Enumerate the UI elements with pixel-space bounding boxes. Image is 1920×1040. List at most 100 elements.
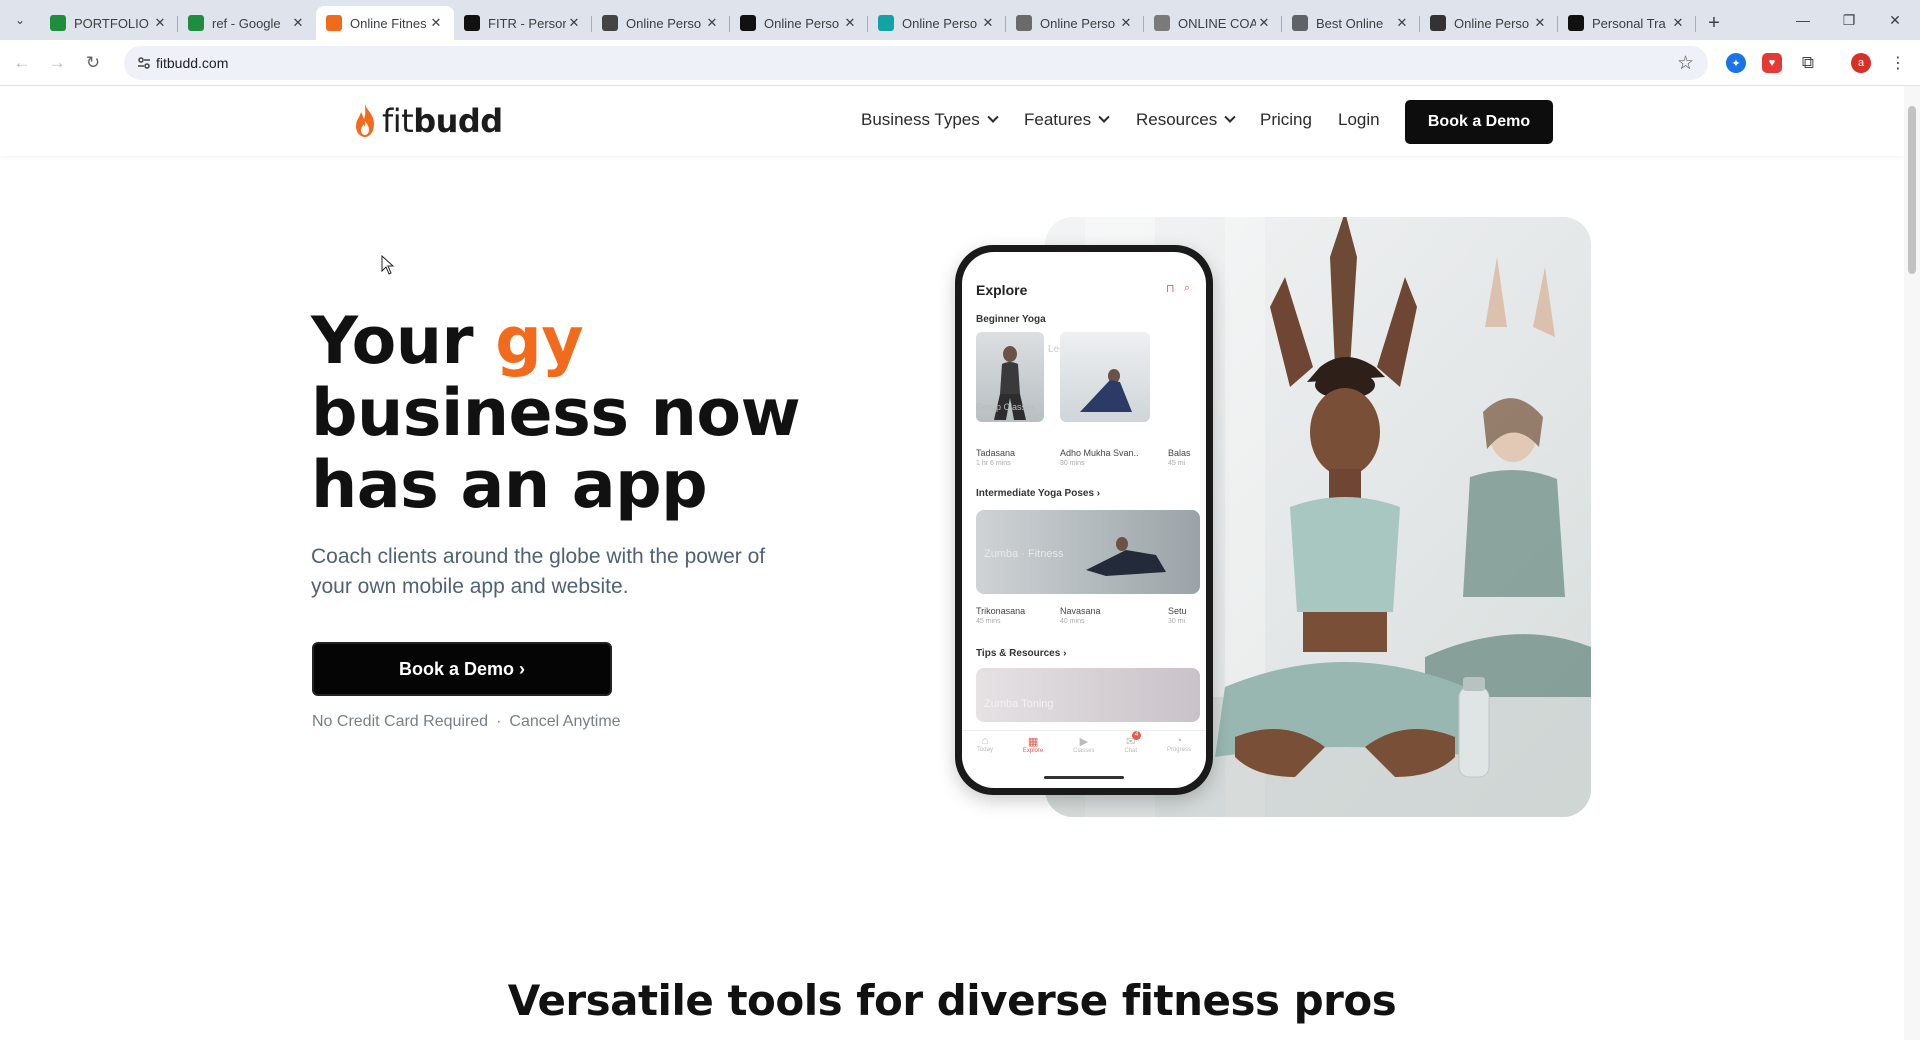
phone-item-duration: 30 mins xyxy=(1060,460,1085,467)
grid-icon: ▦ xyxy=(1027,736,1039,748)
extension-globe-icon[interactable]: ✦ xyxy=(1726,53,1746,73)
browser-tab-title: ONLINE COA xyxy=(1178,15,1256,31)
fitr-icon xyxy=(464,15,480,31)
close-tab-icon[interactable]: ✕ xyxy=(566,15,582,31)
new-tab-button[interactable]: + xyxy=(1696,6,1732,40)
browser-tab[interactable]: Online Perso ✕ xyxy=(1420,6,1558,40)
browser-tab[interactable]: Online Perso ✕ xyxy=(1006,6,1144,40)
phone-item-name: Setu xyxy=(1168,606,1187,616)
address-bar[interactable]: fitbudd.com ☆ xyxy=(124,46,1708,80)
extensions-puzzle-icon[interactable]: ⧉ xyxy=(1798,53,1818,73)
phone-tab-explore: ▦ Explore xyxy=(1023,731,1043,770)
phone-faded-text: Zumba · Fitness xyxy=(984,548,1064,560)
phone-section-tips: Tips & Resources › xyxy=(976,648,1067,659)
book-demo-hero-button[interactable]: Book a Demo › xyxy=(312,642,612,696)
browser-tab[interactable]: Online Perso ✕ xyxy=(730,6,868,40)
phone-item-duration: 45 mi xyxy=(1168,460,1186,467)
browser-tab[interactable]: Online Perso ✕ xyxy=(592,6,730,40)
extension-shield-icon[interactable]: ♥ xyxy=(1762,53,1782,73)
profile-avatar[interactable]: a xyxy=(1851,53,1871,73)
close-tab-icon[interactable]: ✕ xyxy=(1118,15,1134,31)
nav-resources[interactable]: Resources xyxy=(1136,110,1236,130)
book-demo-nav-button[interactable]: Book a Demo xyxy=(1405,100,1553,144)
nav-pricing[interactable]: Pricing xyxy=(1260,110,1312,130)
bookmark-star-icon[interactable]: ☆ xyxy=(1677,52,1694,75)
phone-item-duration: 45 mins xyxy=(976,618,1001,625)
reload-button[interactable]: ↻ xyxy=(79,49,107,77)
close-tab-icon[interactable]: ✕ xyxy=(704,15,720,31)
close-tab-icon[interactable]: ✕ xyxy=(152,15,168,31)
home-icon: ⌂ xyxy=(981,735,989,747)
nav-business-types-label: Business Types xyxy=(861,110,980,129)
sheets-icon xyxy=(50,15,66,31)
close-tab-icon[interactable]: ✕ xyxy=(842,15,858,31)
browser-tab[interactable]: ref - Google ✕ xyxy=(178,6,316,40)
phone-explore-title: Explore xyxy=(976,282,1028,298)
phone-banner xyxy=(976,668,1200,722)
browser-toolbar: ← → ↻ fitbudd.com ☆ ✦ ♥ ⧉ a ⋮ xyxy=(0,40,1920,86)
browser-menu-icon[interactable]: ⋮ xyxy=(1888,53,1908,73)
close-tab-icon[interactable]: ✕ xyxy=(290,15,306,31)
close-tab-icon[interactable]: ✕ xyxy=(1670,15,1686,31)
close-tab-icon[interactable]: ✕ xyxy=(428,15,444,31)
close-tab-icon[interactable]: ✕ xyxy=(980,15,996,31)
browser-tab[interactable]: Online Perso ✕ xyxy=(868,6,1006,40)
phone-item-name: Adho Mukha Svan.. xyxy=(1060,448,1139,458)
forward-button[interactable]: → xyxy=(43,49,71,77)
scrollbar-thumb[interactable] xyxy=(1908,106,1916,274)
phone-faded-text: Group Classes xyxy=(976,402,1036,412)
k-icon xyxy=(740,15,756,31)
nav-features[interactable]: Features xyxy=(1024,110,1110,130)
browser-tab-title: ref - Google xyxy=(212,15,281,31)
phone-screen: Explore ⊓ ⌕ Beginner Yoga Leslie Alexand… xyxy=(962,252,1206,788)
fitbudd-logo[interactable]: fitbudd xyxy=(352,102,503,140)
search-icon: ⌕ xyxy=(1184,282,1191,294)
chevron-down-icon: ⌄ xyxy=(14,13,26,27)
fitbudd-flame-icon xyxy=(326,15,342,31)
back-button[interactable]: ← xyxy=(8,49,36,77)
hero-title-line2: business now xyxy=(311,376,801,451)
tab-search-button[interactable]: ⌄ xyxy=(0,0,40,40)
hero-title-typed-word: gy xyxy=(495,304,584,379)
browser-tab[interactable]: FITR - Persor ✕ xyxy=(454,6,592,40)
restore-icon: ❐ xyxy=(1842,11,1856,28)
browser-tab[interactable]: ONLINE COA ✕ xyxy=(1144,6,1282,40)
phone-item-name: Trikonasana xyxy=(976,606,1026,616)
restore-button[interactable]: ❐ xyxy=(1826,0,1872,40)
browser-tab[interactable]: PORTFOLIO ✕ xyxy=(40,6,178,40)
logo-suffix: budd xyxy=(413,102,503,140)
nav-pricing-label: Pricing xyxy=(1260,110,1312,129)
phone-faded-text: Zumba Toning xyxy=(984,698,1054,710)
browser-tab-title: FITR - Persor xyxy=(488,15,566,31)
browser-tab-title: Personal Tra xyxy=(1592,15,1666,31)
progress-icon: ◔ xyxy=(1175,735,1183,747)
site-settings-icon[interactable] xyxy=(136,55,152,71)
phone-mockup: Explore ⊓ ⌕ Beginner Yoga Leslie Alexand… xyxy=(955,245,1213,795)
close-window-button[interactable]: ✕ xyxy=(1872,0,1918,40)
mountain-icon xyxy=(1430,15,1446,31)
browser-tab[interactable]: Personal Tra ✕ xyxy=(1558,6,1696,40)
plus-icon: + xyxy=(1708,11,1720,34)
phone-tab-today: ⌂ Today xyxy=(977,731,993,770)
profile-initial: a xyxy=(1857,57,1865,69)
browser-tab-title: Online Perso xyxy=(764,15,840,31)
browser-tab[interactable]: Best Online ✕ xyxy=(1282,6,1420,40)
browser-tab-title: Online Perso xyxy=(1454,15,1530,31)
browser-tab[interactable]: Online Fitnes ✕ xyxy=(316,6,454,40)
minimize-button[interactable]: — xyxy=(1780,0,1826,40)
hero-title-line3: has an app xyxy=(311,448,708,523)
page-scrollbar[interactable] xyxy=(1904,86,1920,1040)
spiral-icon xyxy=(1016,15,1032,31)
phone-item-name: Balas xyxy=(1168,448,1191,458)
cube-icon xyxy=(602,15,618,31)
fs-icon xyxy=(1568,15,1584,31)
nav-login[interactable]: Login xyxy=(1338,110,1380,130)
nav-login-label: Login xyxy=(1338,110,1380,129)
close-tab-icon[interactable]: ✕ xyxy=(1532,15,1548,31)
hero-subtitle: Coach clients around the globe with the … xyxy=(311,545,766,598)
close-tab-icon[interactable]: ✕ xyxy=(1256,15,1272,31)
mouse-cursor-icon xyxy=(381,255,395,275)
close-tab-icon[interactable]: ✕ xyxy=(1394,15,1410,31)
nav-business-types[interactable]: Business Types xyxy=(861,110,999,130)
chart-icon xyxy=(878,15,894,31)
